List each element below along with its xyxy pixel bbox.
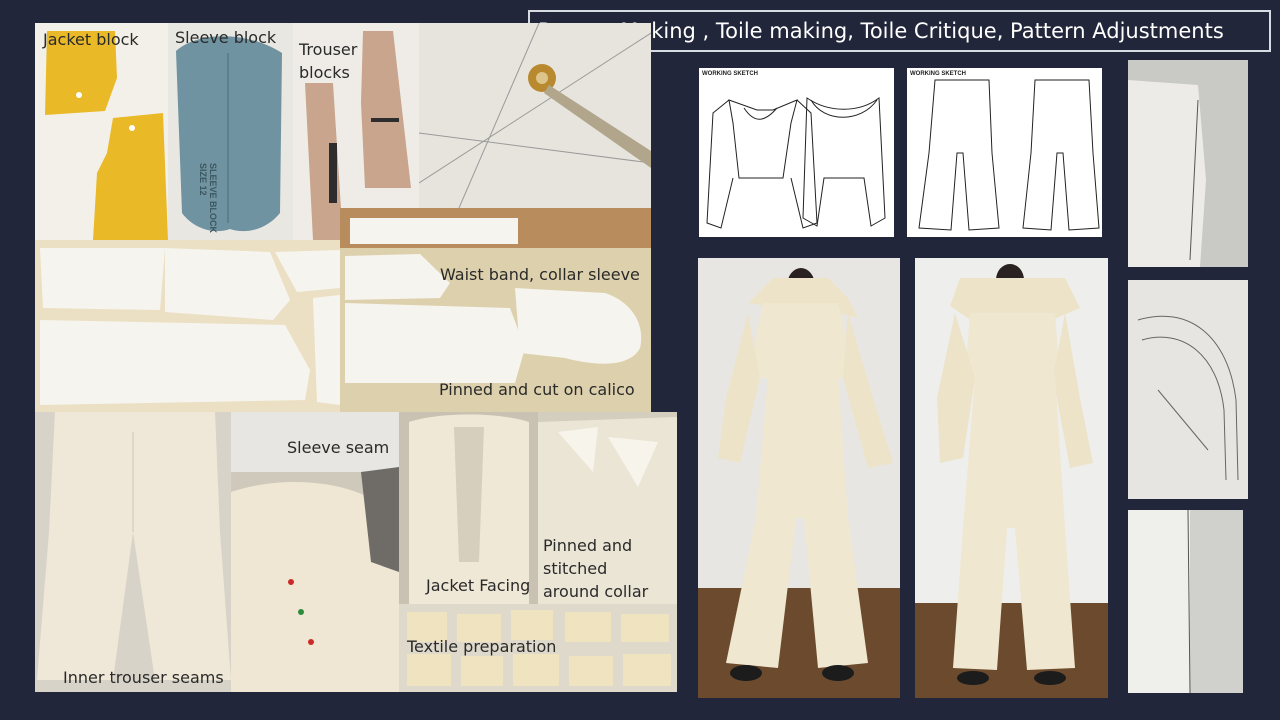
jacket-block-photo: Jacket block	[35, 23, 168, 240]
trouser-blocks-label-2: blocks	[299, 63, 350, 82]
working-sketch-label-1: WORKING SKETCH	[702, 71, 758, 77]
waistband-calico-photo: Waist band, collar sleeve Pinned and cut…	[340, 208, 651, 412]
toile-front-figure	[698, 268, 900, 698]
trouser-sketch-drawing	[918, 79, 1100, 231]
toile-front-photo	[698, 258, 900, 698]
jacket-block-label: Jacket block	[43, 30, 139, 49]
jacket-facing-label: Jacket Facing	[426, 576, 531, 595]
sleeve-block-shapes	[176, 36, 282, 232]
toile-back-photo	[915, 258, 1108, 698]
trouser-blocks-label-1: Trouser	[299, 40, 358, 59]
calico-pattern-photo	[35, 240, 340, 412]
textile-prep-photo: Textile preparation	[399, 604, 677, 692]
sleeve-block-photo: SLEEVE BLOCK SIZE 12 Sleeve block	[168, 23, 293, 240]
pattern-adjust-shapes-1	[1128, 80, 1206, 267]
jacket-sketch-drawing	[706, 97, 886, 229]
sleeve-block-text: SLEEVE BLOCK SIZE 12	[198, 163, 218, 238]
pattern-adjust-photo-2	[1128, 280, 1248, 499]
sleeve-block-text-1: SLEEVE BLOCK	[208, 163, 218, 234]
pattern-adjust-photo-3	[1128, 510, 1243, 693]
pinned-collar-label-1: Pinned and	[543, 536, 633, 555]
pattern-adjust-shapes-3	[1128, 510, 1191, 693]
sleeve-block-label: Sleeve block	[175, 28, 277, 47]
waist-band-label: Waist band, collar sleeve	[440, 265, 640, 284]
jacket-sketch: WORKING SKETCH	[699, 68, 894, 237]
pattern-adjust-shapes-2	[1137, 315, 1239, 481]
textile-prep-label: Textile preparation	[407, 637, 557, 656]
inner-trouser-shapes	[37, 412, 231, 680]
sleeve-seam-photo: Sleeve seam	[231, 412, 399, 692]
inner-trouser-label: Inner trouser seams	[63, 668, 224, 687]
sleeve-seam-label: Sleeve seam	[287, 438, 390, 457]
pinned-cut-label: Pinned and cut on calico	[439, 380, 635, 399]
tracing-wheel-shapes	[419, 23, 651, 208]
pinned-collar-photo: Pinned and stitched around collar	[538, 412, 677, 604]
tracing-wheel-photo	[419, 23, 651, 208]
sleeve-block-text-2: SIZE 12	[198, 163, 208, 196]
jacket-block-shapes	[45, 31, 168, 240]
pinned-collar-label-2: stitched	[543, 559, 608, 578]
jacket-facing-photo: Jacket Facing	[399, 412, 538, 604]
toile-back-figure	[915, 264, 1108, 698]
calico-pattern-shapes	[40, 248, 340, 405]
working-sketch-label-2: WORKING SKETCH	[910, 71, 966, 77]
pattern-adjust-photo-1	[1128, 60, 1248, 267]
inner-trouser-photo: Inner trouser seams	[35, 412, 231, 692]
trouser-sketch: WORKING SKETCH	[907, 68, 1102, 237]
pinned-collar-label-3: around collar	[543, 582, 649, 601]
